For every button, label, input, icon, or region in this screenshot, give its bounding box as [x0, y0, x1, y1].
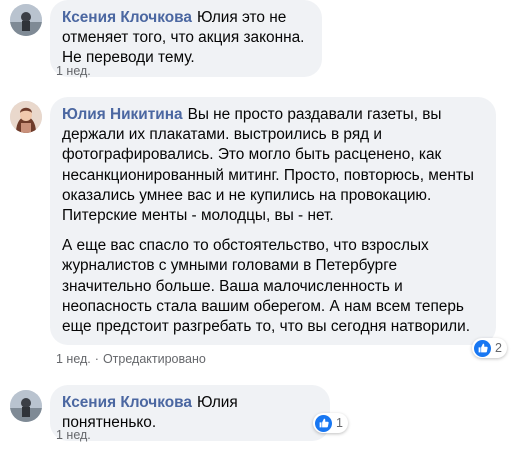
comment-paragraph-1: Юлия Никитина Вы не просто раздавали газе…: [62, 105, 484, 226]
comment-bubble: Ксения Клочкова Юлия понятненько.: [50, 385, 330, 442]
comment-text: Вы не просто раздавали газеты, вы держал…: [62, 106, 474, 225]
avatar-yulia[interactable]: [10, 101, 42, 133]
edited-label[interactable]: Отредактировано: [103, 352, 206, 366]
comment-timestamp[interactable]: 1 нед.: [56, 428, 91, 442]
avatar-image: [10, 390, 42, 422]
like-icon: [315, 414, 332, 432]
comment-bubble: Ксения Клочкова Юлия это не отменяет того…: [50, 0, 322, 77]
comment-paragraph-2: А еще вас спасло то обстоятельство, что …: [62, 237, 471, 336]
reaction-count: 2: [495, 341, 502, 355]
comment-timestamp[interactable]: 1 нед.: [56, 352, 91, 366]
comment-timestamp[interactable]: 1 нед.: [56, 64, 91, 78]
reaction-count-badge[interactable]: 2: [472, 338, 507, 358]
comment-author[interactable]: Ксения Клочкова: [62, 394, 192, 411]
reaction-count-badge[interactable]: 1: [313, 413, 348, 433]
comment-bubble: Юлия Никитина Вы не просто раздавали газе…: [50, 97, 496, 346]
avatar-ksenia[interactable]: [10, 390, 42, 422]
comment-meta: 1 нед. · Отредактировано: [56, 352, 206, 366]
avatar-image: [10, 101, 42, 133]
like-icon: [474, 339, 491, 357]
comment-meta: 1 нед.: [56, 428, 91, 442]
reaction-count: 1: [336, 416, 343, 430]
meta-separator: ·: [94, 352, 99, 366]
comment-meta: 1 нед.: [56, 64, 91, 78]
avatar-ksenia[interactable]: [10, 4, 42, 36]
avatar-image: [10, 4, 42, 36]
comment-author[interactable]: Ксения Клочкова: [62, 9, 192, 26]
comment-author[interactable]: Юлия Никитина: [62, 106, 183, 123]
